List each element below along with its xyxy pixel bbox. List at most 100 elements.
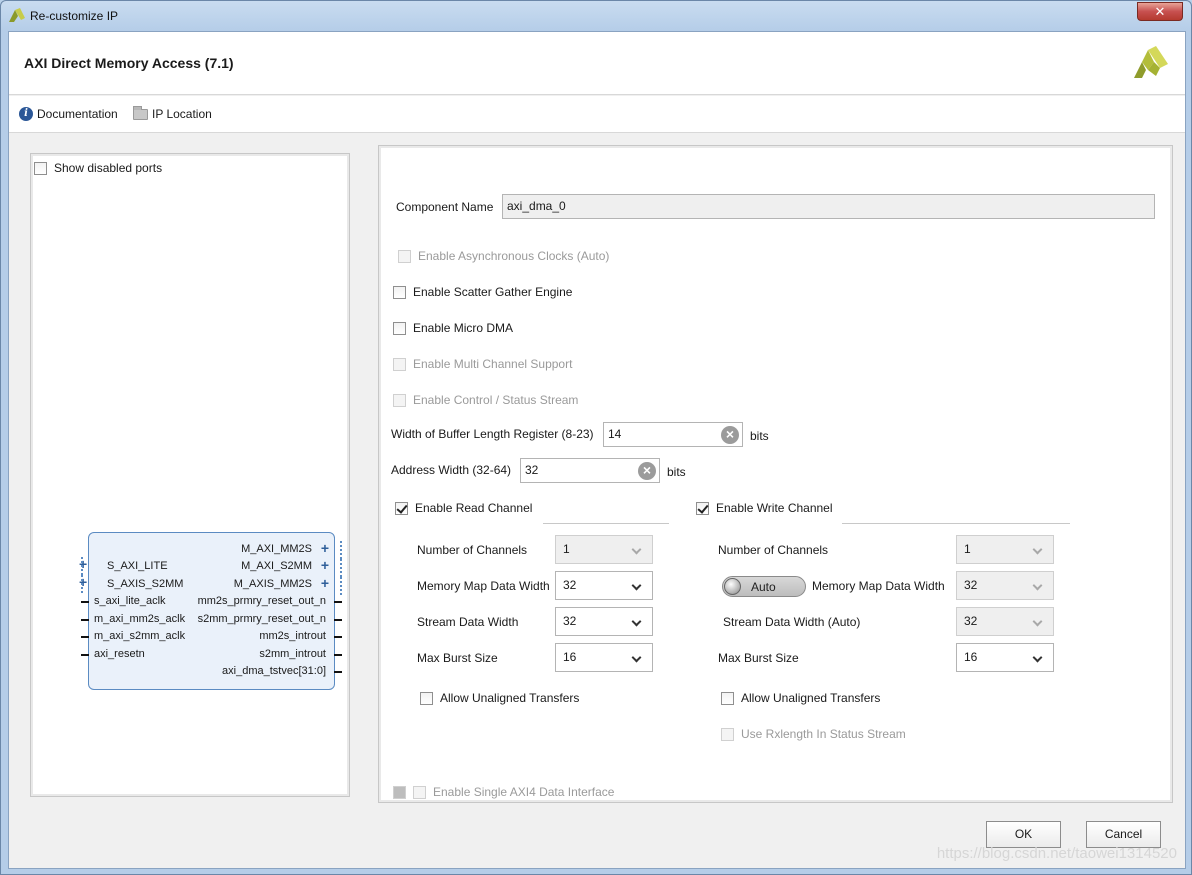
show-disabled-ports-checkbox[interactable] bbox=[34, 161, 47, 175]
dialog-window: Re-customize IP ✕ AXI Direct Memory Acce… bbox=[0, 0, 1192, 875]
write-num-channels-select: 1 bbox=[956, 535, 1054, 564]
port-axi-dma-tstvec: axi_dma_tstvec[31:0] bbox=[222, 665, 326, 677]
auto-toggle[interactable]: Auto bbox=[722, 576, 806, 597]
port-s-axi-lite-aclk: s_axi_lite_aclk bbox=[94, 595, 166, 607]
async-clocks-option: Enable Asynchronous Clocks (Auto) bbox=[398, 249, 609, 263]
dialog-content: AXI Direct Memory Access (7.1) i Documen… bbox=[8, 31, 1186, 869]
show-disabled-ports-option[interactable]: Show disabled ports bbox=[34, 161, 162, 175]
address-width-label: Address Width (32-64) bbox=[391, 463, 512, 477]
enable-read-channel-checkbox[interactable] bbox=[395, 501, 408, 515]
buffer-length-input[interactable]: 14 × bbox=[603, 422, 743, 447]
read-burst-select[interactable]: 16 bbox=[555, 643, 653, 672]
pin-line bbox=[81, 619, 89, 621]
read-unaligned-checkbox[interactable] bbox=[420, 691, 433, 705]
enable-read-channel-label: Enable Read Channel bbox=[415, 501, 533, 515]
write-burst-select[interactable]: 16 bbox=[956, 643, 1054, 672]
port-m-axis-mm2s: M_AXIS_MM2S bbox=[233, 578, 312, 590]
address-width-input[interactable]: 32 × bbox=[520, 458, 660, 483]
ip-header: AXI Direct Memory Access (7.1) bbox=[9, 32, 1185, 95]
read-mm-width-label: Memory Map Data Width bbox=[417, 579, 550, 593]
expand-plus-icon[interactable]: + bbox=[321, 558, 329, 572]
read-stream-width-value: 32 bbox=[563, 614, 577, 628]
read-unaligned-label: Allow Unaligned Transfers bbox=[440, 691, 580, 705]
pin-line bbox=[334, 601, 342, 603]
bits-unit: bits bbox=[750, 429, 769, 443]
scatter-gather-label: Enable Scatter Gather Engine bbox=[413, 285, 573, 299]
port-s2mm-introut: s2mm_introut bbox=[259, 648, 326, 660]
read-stream-width-label: Stream Data Width bbox=[417, 615, 519, 629]
clear-icon[interactable]: × bbox=[721, 426, 739, 444]
pin-line bbox=[334, 619, 342, 621]
chevron-down-icon bbox=[1032, 652, 1043, 663]
write-unaligned-checkbox[interactable] bbox=[721, 691, 734, 705]
read-stream-width-select[interactable]: 32 bbox=[555, 607, 653, 636]
scatter-gather-option[interactable]: Enable Scatter Gather Engine bbox=[393, 285, 572, 299]
close-button[interactable]: ✕ bbox=[1137, 2, 1183, 21]
enable-write-channel-label: Enable Write Channel bbox=[716, 501, 833, 515]
multi-channel-option: Enable Multi Channel Support bbox=[393, 357, 572, 371]
chevron-down-icon bbox=[1032, 544, 1043, 555]
chevron-down-icon bbox=[631, 652, 642, 663]
documentation-link[interactable]: i Documentation bbox=[19, 107, 118, 121]
rxlength-label: Use Rxlength In Status Stream bbox=[741, 727, 906, 741]
ip-location-link[interactable]: IP Location bbox=[133, 105, 212, 121]
info-icon: i bbox=[19, 107, 33, 121]
enable-write-channel-checkbox[interactable] bbox=[696, 501, 709, 515]
enable-read-channel-option[interactable]: Enable Read Channel bbox=[395, 501, 532, 515]
chevron-down-icon bbox=[631, 580, 642, 591]
chevron-down-icon bbox=[631, 616, 642, 627]
ip-location-label: IP Location bbox=[152, 107, 212, 121]
chevron-down-icon bbox=[1032, 580, 1043, 591]
read-num-channels-label: Number of Channels bbox=[417, 543, 528, 557]
port-mm2s-introut: mm2s_introut bbox=[259, 630, 326, 642]
read-unaligned-option[interactable]: Allow Unaligned Transfers bbox=[420, 691, 579, 705]
write-unaligned-label: Allow Unaligned Transfers bbox=[741, 691, 881, 705]
port-s-axis-s2mm: S_AXIS_S2MM bbox=[107, 578, 184, 590]
pin-line bbox=[334, 654, 342, 656]
folder-icon bbox=[133, 105, 148, 120]
vivado-brand-icon bbox=[1134, 46, 1168, 78]
micro-dma-option[interactable]: Enable Micro DMA bbox=[393, 321, 513, 335]
single-axi4-label: Enable Single AXI4 Data Interface bbox=[433, 785, 615, 799]
cancel-button[interactable]: Cancel bbox=[1086, 821, 1161, 848]
title-bar[interactable]: Re-customize IP ✕ bbox=[1, 1, 1191, 31]
pin-line bbox=[81, 601, 89, 603]
symbol-panel: Show disabled ports + S_AXI_LITE + S_AXI… bbox=[30, 153, 350, 797]
expand-plus-icon[interactable]: + bbox=[321, 576, 329, 590]
ip-symbol-block[interactable]: + S_AXI_LITE + S_AXIS_S2MM s_axi_lite_ac… bbox=[79, 532, 342, 690]
pin-line bbox=[81, 636, 89, 638]
clear-icon[interactable]: × bbox=[638, 462, 656, 480]
vivado-logo-icon bbox=[9, 8, 25, 22]
read-num-channels-select: 1 bbox=[555, 535, 653, 564]
port-m-axi-mm2s-aclk: m_axi_mm2s_aclk bbox=[94, 613, 186, 625]
bus-dots bbox=[340, 541, 342, 559]
single-axi4-option: Enable Single AXI4 Data Interface bbox=[393, 785, 614, 799]
pin-line bbox=[334, 671, 342, 673]
read-mm-width-select[interactable]: 32 bbox=[555, 571, 653, 600]
port-axi-resetn: axi_resetn bbox=[94, 648, 145, 660]
write-mm-width-label: Memory Map Data Width bbox=[812, 579, 945, 593]
ok-button[interactable]: OK bbox=[986, 821, 1061, 848]
show-disabled-ports-label: Show disabled ports bbox=[54, 161, 163, 175]
port-m-axi-s2mm-aclk: m_axi_s2mm_aclk bbox=[94, 630, 186, 642]
link-bar: i Documentation IP Location bbox=[9, 96, 1185, 133]
chevron-down-icon bbox=[631, 544, 642, 555]
component-name-label: Component Name bbox=[396, 200, 494, 214]
read-burst-value: 16 bbox=[563, 650, 577, 664]
port-mm2s-prmry-reset-out-n: mm2s_prmry_reset_out_n bbox=[197, 595, 326, 607]
component-name-field[interactable]: axi_dma_0 bbox=[502, 194, 1155, 219]
auto-toggle-label: Auto bbox=[751, 580, 776, 594]
control-status-checkbox bbox=[393, 393, 406, 407]
expand-plus-icon[interactable]: + bbox=[321, 541, 329, 555]
write-unaligned-option[interactable]: Allow Unaligned Transfers bbox=[721, 691, 880, 705]
configuration-panel: Component Name axi_dma_0 Enable Asynchro… bbox=[378, 145, 1173, 803]
scatter-gather-checkbox[interactable] bbox=[393, 285, 406, 299]
write-num-channels-label: Number of Channels bbox=[718, 543, 829, 557]
write-num-channels-value: 1 bbox=[964, 542, 971, 556]
buffer-length-value: 14 bbox=[608, 427, 622, 441]
write-burst-label: Max Burst Size bbox=[718, 651, 799, 665]
micro-dma-checkbox[interactable] bbox=[393, 321, 406, 335]
read-burst-label: Max Burst Size bbox=[417, 651, 498, 665]
enable-write-channel-option[interactable]: Enable Write Channel bbox=[696, 501, 833, 515]
bus-dots bbox=[340, 577, 342, 595]
